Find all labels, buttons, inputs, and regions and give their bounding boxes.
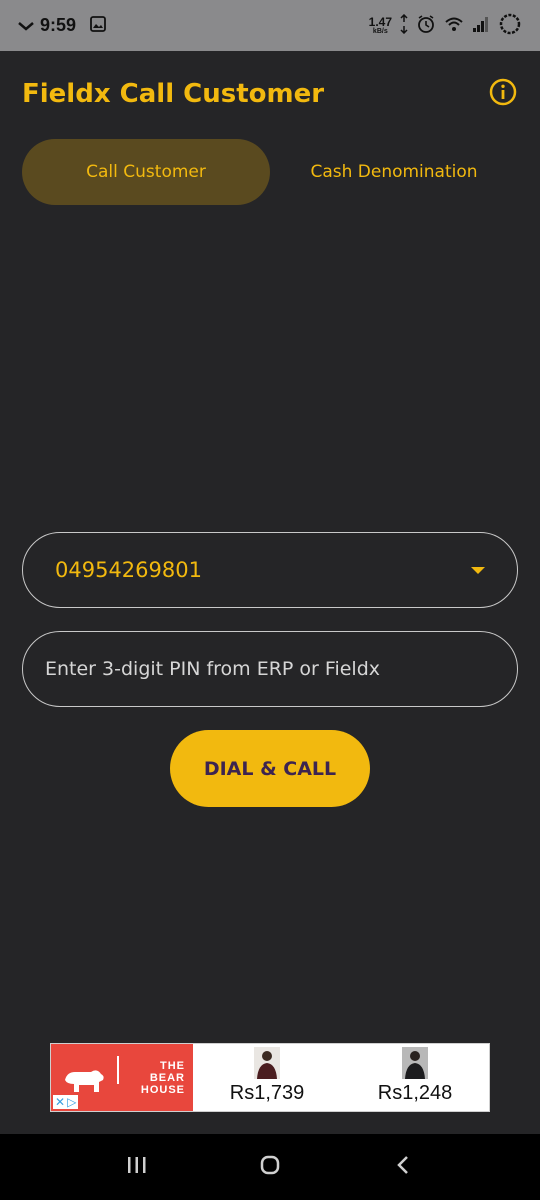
battery-saver-icon [498, 12, 522, 40]
tab-cash-denomination[interactable]: Cash Denomination [270, 139, 518, 205]
product-image-1 [254, 1047, 280, 1079]
tab-call-customer[interactable]: Call Customer [22, 139, 270, 205]
net-speed-unit: kB/s [372, 28, 388, 35]
wifi-icon [444, 15, 464, 37]
net-speed-indicator: 1.47 kB/s [369, 16, 392, 35]
ad-banner[interactable]: THE BEAR HOUSE ✕ ▷ Rs1,739 Rs1,248 [50, 1043, 490, 1112]
system-nav-bar [0, 1134, 540, 1200]
ad-choices[interactable]: ✕ ▷ [53, 1095, 79, 1109]
page-title: Fieldx Call Customer [22, 79, 325, 109]
adchoices-icon[interactable]: ▷ [67, 1096, 76, 1108]
status-time: 9:59 [40, 15, 77, 35]
product-price-1: Rs1,739 [229, 1082, 305, 1104]
dial-call-button[interactable]: DIAL & CALL [170, 730, 370, 807]
recent-apps-button[interactable] [117, 1147, 157, 1187]
info-icon [489, 78, 517, 110]
tab-bar: Call Customer Cash Denomination [22, 139, 520, 205]
phone-number-value: 04954269801 [55, 558, 202, 582]
ad-close-icon[interactable]: ✕ [55, 1096, 65, 1108]
app-header: Fieldx Call Customer [0, 51, 540, 137]
status-bar: 9:59 1.47 kB/s [0, 0, 540, 51]
product-price-2: Rs1,248 [377, 1082, 453, 1104]
brand-divider [117, 1056, 119, 1084]
ad-product-1[interactable]: Rs1,739 [193, 1044, 341, 1111]
phone-number-dropdown[interactable]: 04954269801 [22, 532, 518, 608]
home-button[interactable] [250, 1147, 290, 1187]
data-transfer-icon [400, 13, 408, 38]
tab-label: Cash Denomination [310, 162, 478, 182]
brand-line-3: HOUSE [140, 1084, 185, 1096]
dropdown-arrow-icon [471, 566, 485, 574]
ad-brand-panel[interactable]: THE BEAR HOUSE ✕ ▷ [51, 1044, 193, 1111]
tab-label: Call Customer [86, 162, 206, 182]
back-icon [395, 1154, 411, 1180]
recent-apps-icon [126, 1155, 148, 1179]
pin-input[interactable] [45, 658, 495, 680]
gallery-notification-icon [90, 15, 106, 36]
pin-field-container [22, 631, 518, 707]
alarm-icon [416, 14, 436, 38]
brand-line-2: BEAR [149, 1072, 185, 1084]
network-activity-icon [18, 16, 34, 35]
home-icon [259, 1154, 281, 1180]
product-image-2 [402, 1047, 428, 1079]
ad-product-2[interactable]: Rs1,248 [341, 1044, 489, 1111]
brand-line-1: THE [160, 1060, 185, 1072]
back-button[interactable] [383, 1147, 423, 1187]
signal-icon [472, 16, 490, 36]
info-button[interactable] [488, 78, 518, 110]
net-speed-value: 1.47 [368, 15, 392, 29]
brand-name: THE BEAR HOUSE [127, 1060, 185, 1096]
